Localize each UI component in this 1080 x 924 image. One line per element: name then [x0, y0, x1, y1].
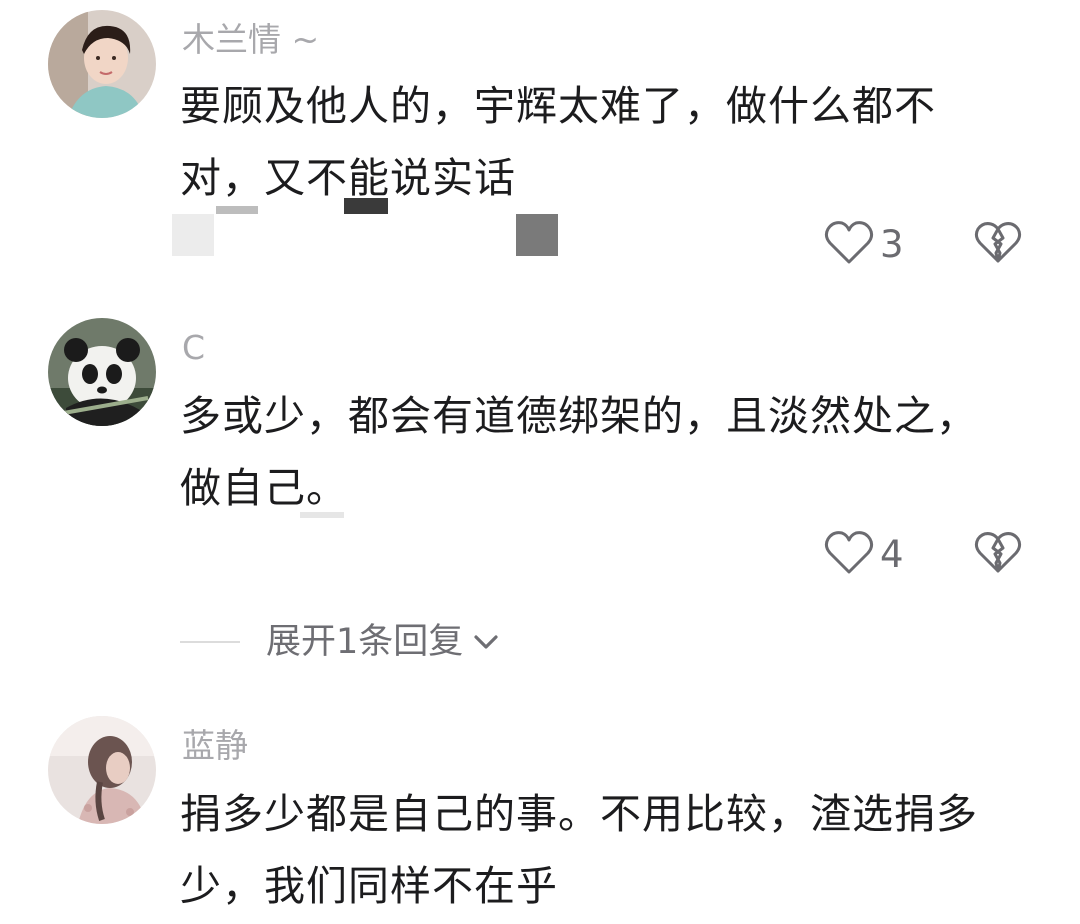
username[interactable]: 蓝静 [182, 726, 248, 766]
blurred-text [344, 198, 388, 214]
blurred-text [216, 206, 258, 214]
blurred-text [516, 214, 558, 256]
chevron-down-icon [471, 630, 501, 654]
blurred-text [300, 512, 344, 518]
comment-item: C 多或少，都会有道德绑架的，且淡然处之，做自己。 4 [0, 300, 1080, 680]
heart-outline-icon [824, 530, 874, 580]
dislike-button[interactable] [974, 530, 1022, 580]
comment-item: 蓝静 捐多少都是自己的事。不用比较，渣选捐多少，我们同样不在乎 [0, 700, 1080, 924]
avatar[interactable] [48, 318, 156, 426]
like-button[interactable]: 4 [824, 530, 904, 580]
like-count: 4 [880, 533, 904, 576]
heart-outline-icon [824, 220, 874, 270]
comment-text: 捐多少都是自己的事。不用比较，渣选捐多少，我们同样不在乎 [180, 790, 978, 910]
username[interactable]: 木兰情 ~ [182, 20, 319, 60]
avatar[interactable] [48, 10, 156, 118]
username[interactable]: C [182, 328, 205, 368]
avatar[interactable] [48, 716, 156, 824]
broken-heart-icon [974, 531, 1022, 579]
expand-replies-button[interactable]: 展开1条回复 [180, 620, 501, 664]
comment-text: 要顾及他人的，宇辉太难了，做什么都不对，又不能说实话 [180, 82, 936, 202]
blurred-text [172, 214, 214, 256]
like-button[interactable]: 3 [824, 220, 904, 270]
divider [180, 641, 240, 643]
comment-item: 木兰情 ~ 要顾及他人的，宇辉太难了，做什么都不对，又不能说实话 3 [0, 0, 1080, 300]
expand-replies-label: 展开1条回复 [266, 622, 464, 662]
dislike-button[interactable] [974, 220, 1022, 270]
broken-heart-icon [974, 221, 1022, 269]
like-count: 3 [880, 223, 904, 266]
comment-text: 多或少，都会有道德绑架的，且淡然处之，做自己。 [180, 392, 978, 512]
